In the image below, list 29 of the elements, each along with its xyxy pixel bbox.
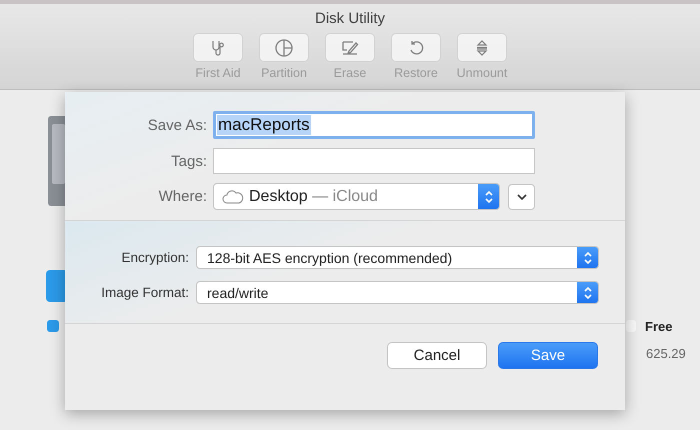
cloud-icon [222, 190, 244, 204]
option-popup[interactable]: 128-bit AES encryption (recommended) [196, 246, 599, 269]
legend-label: Free [645, 319, 672, 334]
toolbar-label: Restore [394, 66, 438, 80]
used-swatch [47, 320, 59, 332]
toolbar-label: First Aid [195, 66, 241, 80]
save-as-field[interactable]: macReports [213, 111, 535, 139]
window-title: Disk Utility [315, 10, 385, 27]
stepper-icon [582, 284, 592, 300]
pie-chart-icon [274, 38, 294, 58]
chevron-down-icon [516, 194, 526, 200]
where-popup[interactable]: Desktop — iCloud [213, 183, 500, 210]
stepper-icon [582, 250, 592, 266]
field-label: Save As: [146, 116, 208, 134]
option-label: Encryption: [120, 250, 190, 265]
option-popup[interactable]: read/write [196, 281, 599, 304]
stepper-icon [484, 188, 494, 204]
save-button[interactable]: Save [498, 342, 598, 369]
option-label: Image Format: [100, 285, 190, 300]
expand-button[interactable] [508, 184, 535, 210]
cancel-button[interactable]: Cancel [387, 342, 487, 369]
legend-value: 625.29 [646, 346, 686, 361]
field-label: Where: [158, 188, 208, 205]
toolbar-label: Partition [261, 66, 307, 80]
toolbar-label: Erase [334, 66, 366, 80]
unmount-icon [474, 38, 490, 56]
field-label: Tags: [170, 152, 208, 170]
toolbar-label: Unmount [456, 66, 508, 80]
tags-field[interactable] [213, 148, 535, 174]
